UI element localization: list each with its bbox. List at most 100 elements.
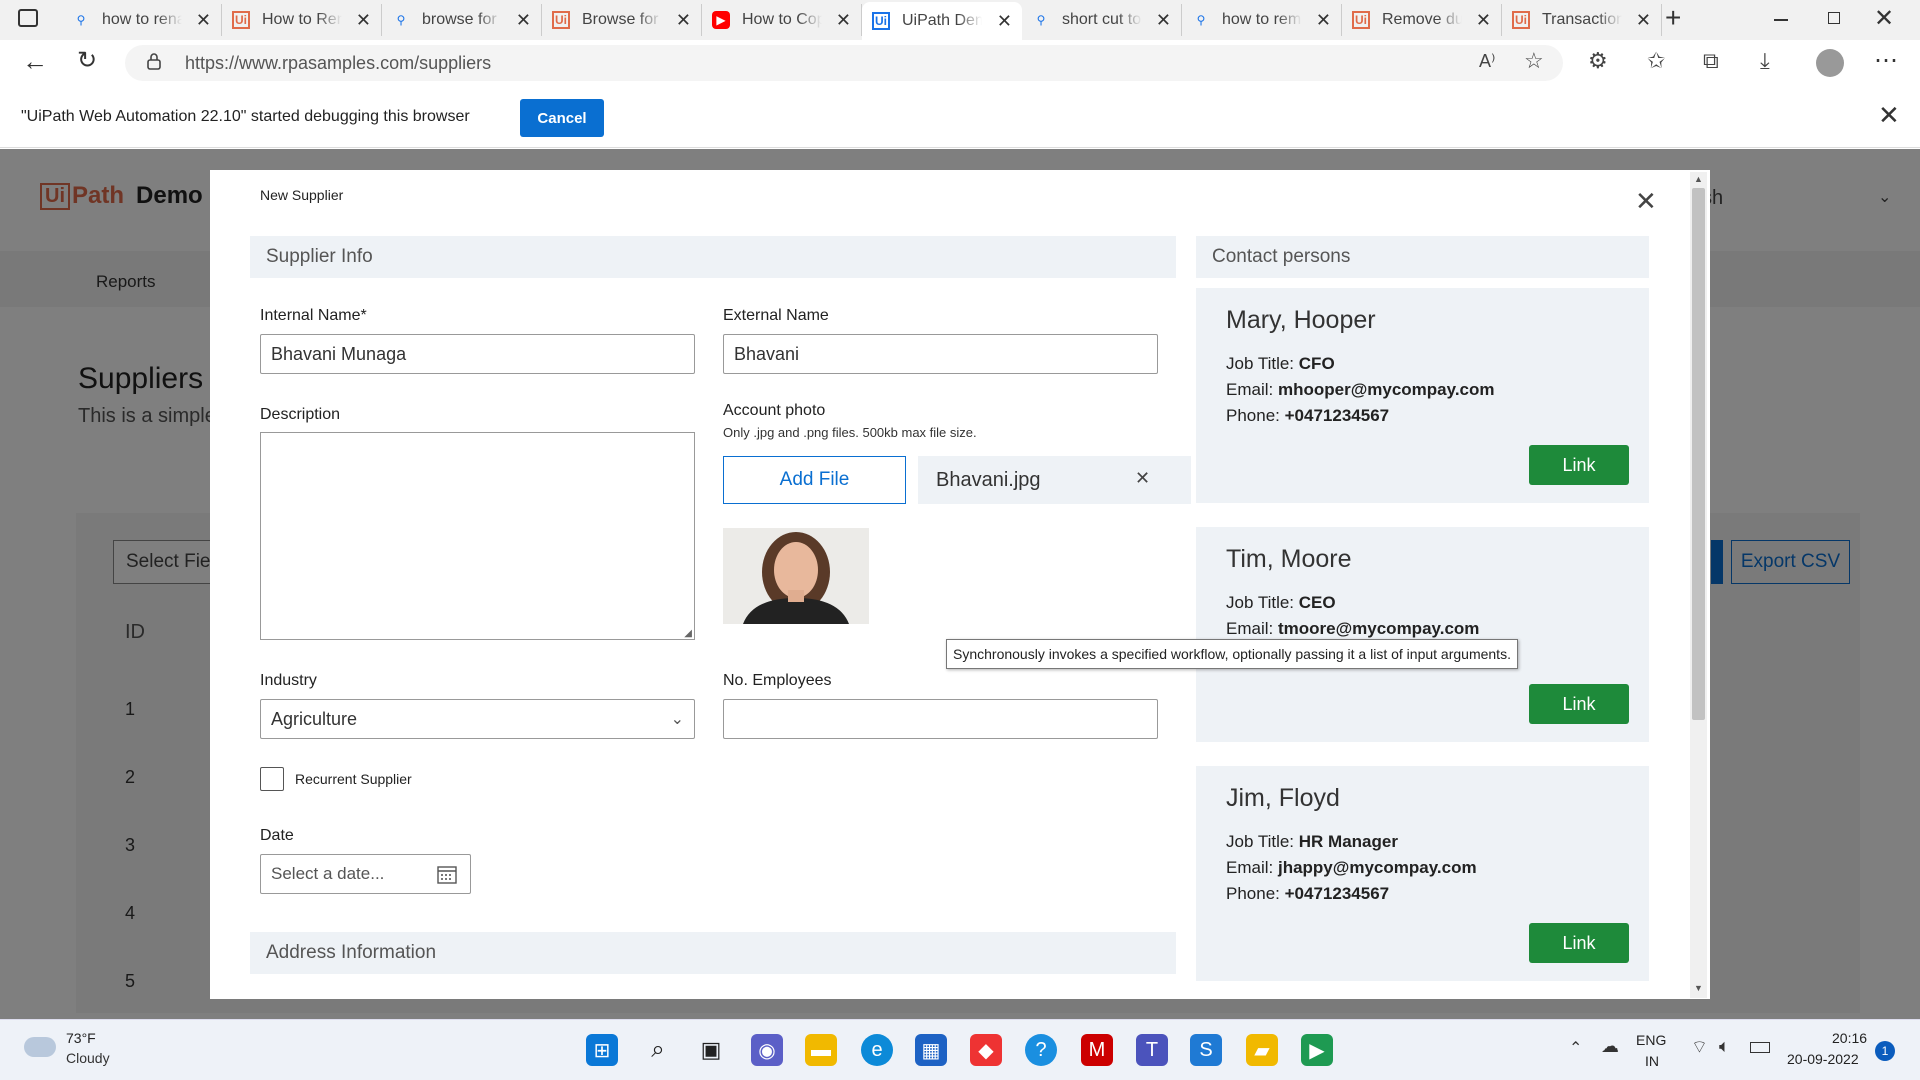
start-icon[interactable]: ⊞: [586, 1034, 618, 1066]
contact-email-row: Email: tmoore@mycompay.com: [1226, 619, 1479, 639]
tab-close-icon[interactable]: ✕: [1156, 10, 1171, 31]
modal-title: New Supplier: [260, 187, 344, 203]
lock-icon[interactable]: [147, 52, 161, 70]
scroll-down-icon[interactable]: ▼: [1694, 983, 1703, 993]
language-eng[interactable]: ENG: [1636, 1032, 1666, 1048]
debug-cancel-button[interactable]: Cancel: [520, 99, 604, 137]
modal-close-icon[interactable]: ✕: [1635, 186, 1657, 217]
add-favorite-icon[interactable]: ☆: [1524, 48, 1544, 74]
tab-title: Remove du: [1382, 11, 1462, 28]
phone-prefix: Phone:: [1226, 884, 1280, 903]
external-name-input[interactable]: Bhavani: [723, 334, 1158, 374]
volume-icon[interactable]: 🔈︎: [1719, 1036, 1730, 1057]
edge-icon[interactable]: e: [861, 1034, 893, 1066]
tab-close-icon[interactable]: ✕: [1636, 10, 1651, 31]
battery-icon[interactable]: [1750, 1042, 1770, 1053]
industry-value: Agriculture: [271, 708, 358, 729]
search-icon[interactable]: ⌕: [642, 1034, 674, 1066]
uipath-icon: Ui: [232, 11, 250, 29]
favorites-icon[interactable]: ✩: [1647, 48, 1665, 74]
scroll-up-icon[interactable]: ▲: [1694, 174, 1703, 184]
browser-tab[interactable]: ⚲ how to rena ✕: [62, 4, 222, 36]
browser-tab[interactable]: ⚲ how to rem ✕: [1182, 4, 1342, 36]
job-title-value: HR Manager: [1298, 832, 1398, 851]
refresh-icon[interactable]: ↻: [77, 46, 97, 75]
industry-select[interactable]: Agriculture ⌄: [260, 699, 695, 739]
browser-tab[interactable]: Ui Browse for ✕: [542, 4, 702, 36]
description-textarea[interactable]: ◢: [260, 432, 695, 640]
contact-card: Mary, Hooper Job Title: CFO Email: mhooper…: [1196, 288, 1649, 503]
extensions-icon[interactable]: ⚙: [1588, 48, 1608, 74]
minimize-icon[interactable]: [1774, 19, 1788, 21]
tab-actions-icon[interactable]: [18, 9, 38, 27]
browser-tab[interactable]: ⚲ browse for ✕: [382, 4, 542, 36]
email-prefix: Email:: [1226, 619, 1274, 638]
task-view-icon[interactable]: ▣: [695, 1034, 727, 1066]
browser-tab[interactable]: Ui Remove du ✕: [1342, 4, 1502, 36]
browser-tab[interactable]: Ui UiPath Dem ✕: [862, 2, 1022, 40]
tab-close-icon[interactable]: ✕: [676, 10, 691, 31]
url-text[interactable]: https://www.rpasamples.com/suppliers: [185, 53, 491, 74]
resize-handle-icon[interactable]: ◢: [684, 628, 692, 639]
contact-link-button[interactable]: Link: [1529, 684, 1629, 724]
browser-tab[interactable]: ▶ How to Cop ✕: [702, 4, 862, 36]
add-file-button[interactable]: Add File: [723, 456, 906, 504]
contact-link-button[interactable]: Link: [1529, 923, 1629, 963]
tab-close-icon[interactable]: ✕: [1316, 10, 1331, 31]
tab-close-icon[interactable]: ✕: [997, 11, 1012, 32]
employees-input[interactable]: [723, 699, 1158, 739]
language-in[interactable]: IN: [1645, 1053, 1659, 1069]
help-icon[interactable]: ?: [1025, 1034, 1057, 1066]
teams-icon[interactable]: T: [1136, 1034, 1168, 1066]
browser-tab[interactable]: Ui Transaction ✕: [1502, 4, 1662, 36]
remove-file-icon[interactable]: ✕: [1135, 468, 1150, 489]
tab-close-icon[interactable]: ✕: [1476, 10, 1491, 31]
search-icon: ⚲: [76, 13, 86, 27]
restore-icon[interactable]: [1828, 12, 1840, 24]
infobar-close-icon[interactable]: ✕: [1878, 102, 1900, 128]
internal-name-input[interactable]: Bhavani Munaga: [260, 334, 695, 374]
chat-icon[interactable]: ◉: [751, 1034, 783, 1066]
weather-desc[interactable]: Cloudy: [66, 1050, 110, 1066]
clock-time[interactable]: 20:16: [1832, 1030, 1867, 1046]
browser-tab[interactable]: ⚲ short cut to ✕: [1022, 4, 1182, 36]
files-icon[interactable]: ▰: [1246, 1034, 1278, 1066]
supplier-info-header: Supplier Info: [250, 236, 1176, 278]
more-menu-icon[interactable]: ⋯: [1874, 46, 1898, 75]
weather-temp[interactable]: 73°F: [66, 1030, 96, 1046]
calendar-icon[interactable]: [437, 864, 457, 884]
store-icon[interactable]: ▦: [915, 1034, 947, 1066]
contact-link-button[interactable]: Link: [1529, 445, 1629, 485]
mcafee-icon[interactable]: M: [1081, 1034, 1113, 1066]
close-window-icon[interactable]: ✕: [1874, 4, 1894, 33]
modal-scrollbar-thumb[interactable]: [1692, 188, 1705, 720]
tab-close-icon[interactable]: ✕: [196, 10, 211, 31]
workflow-tooltip: Synchronously invokes a specified workfl…: [946, 639, 1518, 669]
recurrent-checkbox[interactable]: [260, 767, 284, 791]
browser-tab[interactable]: Ui How to Ren ✕: [222, 4, 382, 36]
tab-close-icon[interactable]: ✕: [836, 10, 851, 31]
profile-avatar[interactable]: [1816, 49, 1844, 77]
chevron-up-icon[interactable]: ⌃: [1569, 1038, 1582, 1058]
tab-close-icon[interactable]: ✕: [356, 10, 371, 31]
file-explorer-icon[interactable]: ▬: [805, 1034, 837, 1066]
downloads-icon[interactable]: ⤓: [1760, 48, 1770, 74]
onedrive-icon[interactable]: ☁: [1601, 1036, 1619, 1057]
read-aloud-icon[interactable]: A⁾: [1479, 51, 1495, 72]
cloud-icon[interactable]: [24, 1037, 56, 1057]
contact-email-row: Email: jhappy@mycompay.com: [1226, 858, 1477, 878]
uipath-studio-icon[interactable]: S: [1190, 1034, 1222, 1066]
tab-title: Transaction: [1542, 11, 1622, 28]
tab-close-icon[interactable]: ✕: [516, 10, 531, 31]
wifi-icon[interactable]: ⌔: [1691, 1036, 1708, 1059]
new-tab-icon[interactable]: +: [1665, 2, 1681, 34]
employees-label: No. Employees: [723, 672, 832, 689]
back-icon[interactable]: ←: [22, 46, 48, 77]
office-icon[interactable]: ◆: [970, 1034, 1002, 1066]
account-photo-image: [723, 528, 869, 624]
account-photo-hint: Only .jpg and .png files. 500kb max file…: [723, 425, 977, 440]
collections-icon[interactable]: ⧉: [1703, 48, 1719, 74]
uipath-assistant-icon[interactable]: ▶: [1301, 1034, 1333, 1066]
clock-date[interactable]: 20-09-2022: [1787, 1051, 1859, 1067]
notification-badge[interactable]: 1: [1875, 1041, 1895, 1061]
